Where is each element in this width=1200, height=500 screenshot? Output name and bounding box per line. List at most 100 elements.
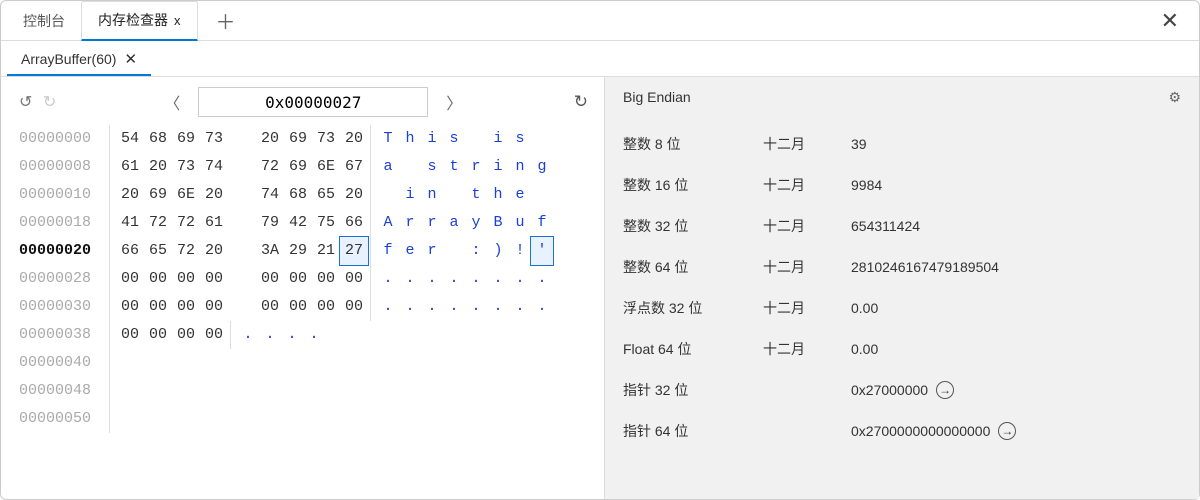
hex-byte[interactable]: 41	[116, 209, 144, 237]
hex-ascii-char[interactable]	[531, 125, 553, 153]
hex-ascii-char[interactable]: .	[487, 293, 509, 321]
hex-byte[interactable]: 00	[312, 293, 340, 321]
hex-byte[interactable]: 74	[200, 153, 228, 181]
hex-address[interactable]: 00000018	[19, 209, 107, 237]
add-tab-button[interactable]: ＋	[208, 1, 244, 41]
hex-ascii-char[interactable]	[443, 181, 465, 209]
hex-ascii-char[interactable]: A	[377, 209, 399, 237]
hex-byte[interactable]: 00	[172, 321, 200, 349]
hex-ascii-char[interactable]: .	[531, 293, 553, 321]
hex-ascii-char[interactable]: .	[509, 293, 531, 321]
hex-ascii-char[interactable]: )	[487, 237, 509, 265]
hex-ascii-char[interactable]: r	[421, 237, 443, 265]
hex-address[interactable]: 00000008	[19, 153, 107, 181]
hex-byte[interactable]: 75	[312, 209, 340, 237]
hex-byte[interactable]: 00	[256, 293, 284, 321]
hex-byte[interactable]: 73	[172, 153, 200, 181]
hex-ascii-char[interactable]: .	[509, 265, 531, 293]
value-format-label[interactable]: 十二月	[763, 257, 851, 277]
hex-ascii-char[interactable]: s	[443, 125, 465, 153]
hex-byte[interactable]: 00	[116, 293, 144, 321]
hex-byte[interactable]: 00	[144, 293, 172, 321]
hex-byte[interactable]: 20	[200, 181, 228, 209]
hex-ascii-char[interactable]: !	[509, 237, 531, 265]
hex-ascii-char[interactable]: r	[465, 153, 487, 181]
sub-tab-arraybuffer[interactable]: ArrayBuffer(60) ✕	[7, 44, 151, 76]
value-format-label[interactable]: 十二月	[763, 134, 851, 154]
hex-ascii-char[interactable]: .	[421, 293, 443, 321]
hex-ascii-char[interactable]: .	[281, 321, 303, 349]
hex-byte[interactable]: 00	[284, 265, 312, 293]
hex-ascii-char[interactable]: r	[421, 209, 443, 237]
hex-byte[interactable]: 69	[172, 125, 200, 153]
hex-ascii-char[interactable]: .	[237, 321, 259, 349]
hex-byte[interactable]: 66	[340, 209, 368, 237]
hex-byte[interactable]: 00	[144, 265, 172, 293]
hex-ascii-char[interactable]: .	[531, 265, 553, 293]
hex-byte[interactable]: 20	[340, 181, 368, 209]
hex-byte[interactable]: 67	[340, 153, 368, 181]
hex-byte[interactable]: 65	[144, 237, 172, 265]
hex-ascii-char[interactable]	[377, 181, 399, 209]
hex-ascii-char[interactable]: a	[443, 209, 465, 237]
hex-address[interactable]: 00000028	[19, 265, 107, 293]
settings-button[interactable]: ⚙	[1168, 89, 1181, 106]
hex-ascii-char[interactable]: .	[421, 265, 443, 293]
endianness-label[interactable]: Big Endian	[623, 89, 691, 105]
hex-byte[interactable]: 73	[312, 125, 340, 153]
hex-ascii-char[interactable]: .	[465, 293, 487, 321]
hex-byte[interactable]: 20	[340, 125, 368, 153]
undo-icon[interactable]: ↺	[19, 94, 32, 111]
hex-byte[interactable]: 61	[116, 153, 144, 181]
hex-address[interactable]: 00000020	[19, 237, 107, 265]
hex-byte[interactable]: 20	[116, 181, 144, 209]
hex-byte[interactable]: 6E	[312, 153, 340, 181]
hex-ascii-char[interactable]: t	[465, 181, 487, 209]
hex-byte[interactable]: 79	[256, 209, 284, 237]
hex-byte[interactable]: 00	[284, 293, 312, 321]
hex-byte[interactable]: 00	[144, 321, 172, 349]
hex-ascii-char[interactable]: .	[303, 321, 325, 349]
hex-ascii-char[interactable]: e	[509, 181, 531, 209]
value-format-label[interactable]: 十二月	[763, 175, 851, 195]
hex-ascii-char[interactable]: n	[421, 181, 443, 209]
goto-address-button[interactable]: →	[998, 422, 1016, 440]
address-input[interactable]	[198, 87, 428, 117]
hex-byte[interactable]: 6E	[172, 181, 200, 209]
hex-byte[interactable]: 69	[284, 153, 312, 181]
hex-ascii-char[interactable]: .	[399, 265, 421, 293]
hex-byte[interactable]: 3A	[256, 237, 284, 265]
hex-ascii-char[interactable]	[443, 237, 465, 265]
hex-ascii-char[interactable]: e	[399, 237, 421, 265]
hex-ascii-char[interactable]: T	[377, 125, 399, 153]
hex-ascii-char[interactable]: t	[443, 153, 465, 181]
hex-ascii-char[interactable]: s	[509, 125, 531, 153]
hex-ascii-char[interactable]: s	[421, 153, 443, 181]
hex-ascii-char[interactable]: g	[531, 153, 553, 181]
value-format-label[interactable]: 十二月	[763, 339, 851, 359]
hex-byte[interactable]: 00	[340, 293, 368, 321]
hex-address[interactable]: 00000030	[19, 293, 107, 321]
hex-byte[interactable]: 73	[200, 125, 228, 153]
hex-ascii-char[interactable]: i	[487, 125, 509, 153]
hex-ascii-char[interactable]: f	[377, 237, 399, 265]
hex-byte[interactable]: 66	[116, 237, 144, 265]
hex-ascii-char[interactable]: h	[487, 181, 509, 209]
hex-byte[interactable]: 72	[144, 209, 172, 237]
hex-address[interactable]: 00000038	[19, 321, 107, 349]
hex-byte[interactable]: 72	[172, 237, 200, 265]
hex-address[interactable]: 00000048	[19, 377, 107, 405]
redo-icon[interactable]: ↻	[43, 94, 56, 111]
hex-ascii-char[interactable]: h	[399, 125, 421, 153]
hex-address[interactable]: 00000000	[19, 125, 107, 153]
hex-byte[interactable]: 68	[144, 125, 172, 153]
hex-byte[interactable]: 20	[200, 237, 228, 265]
hex-byte[interactable]: 65	[312, 181, 340, 209]
hex-byte[interactable]: 00	[312, 265, 340, 293]
hex-ascii-char[interactable]	[531, 181, 553, 209]
hex-ascii-char[interactable]: .	[443, 293, 465, 321]
close-icon[interactable]: x	[174, 13, 181, 28]
hex-ascii-char[interactable]: .	[377, 265, 399, 293]
hex-ascii-char[interactable]: i	[399, 181, 421, 209]
hex-address[interactable]: 00000040	[19, 349, 107, 377]
